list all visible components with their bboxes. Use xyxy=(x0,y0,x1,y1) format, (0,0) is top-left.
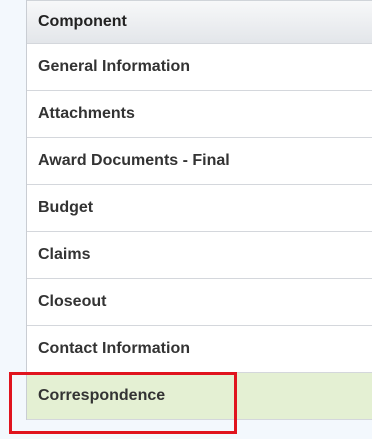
table-row-attachments[interactable]: Attachments xyxy=(27,91,372,138)
table-row-correspondence[interactable]: Correspondence xyxy=(27,373,372,420)
table-row-general-information[interactable]: General Information xyxy=(27,44,372,91)
table-row-budget[interactable]: Budget xyxy=(27,185,372,232)
table-row-claims[interactable]: Claims xyxy=(27,232,372,279)
component-table: Component General Information Attachment… xyxy=(26,0,372,420)
table-row-contact-information[interactable]: Contact Information xyxy=(27,326,372,373)
column-header-component[interactable]: Component xyxy=(27,0,372,44)
table-row-award-documents-final[interactable]: Award Documents - Final xyxy=(27,138,372,185)
table-row-closeout[interactable]: Closeout xyxy=(27,279,372,326)
